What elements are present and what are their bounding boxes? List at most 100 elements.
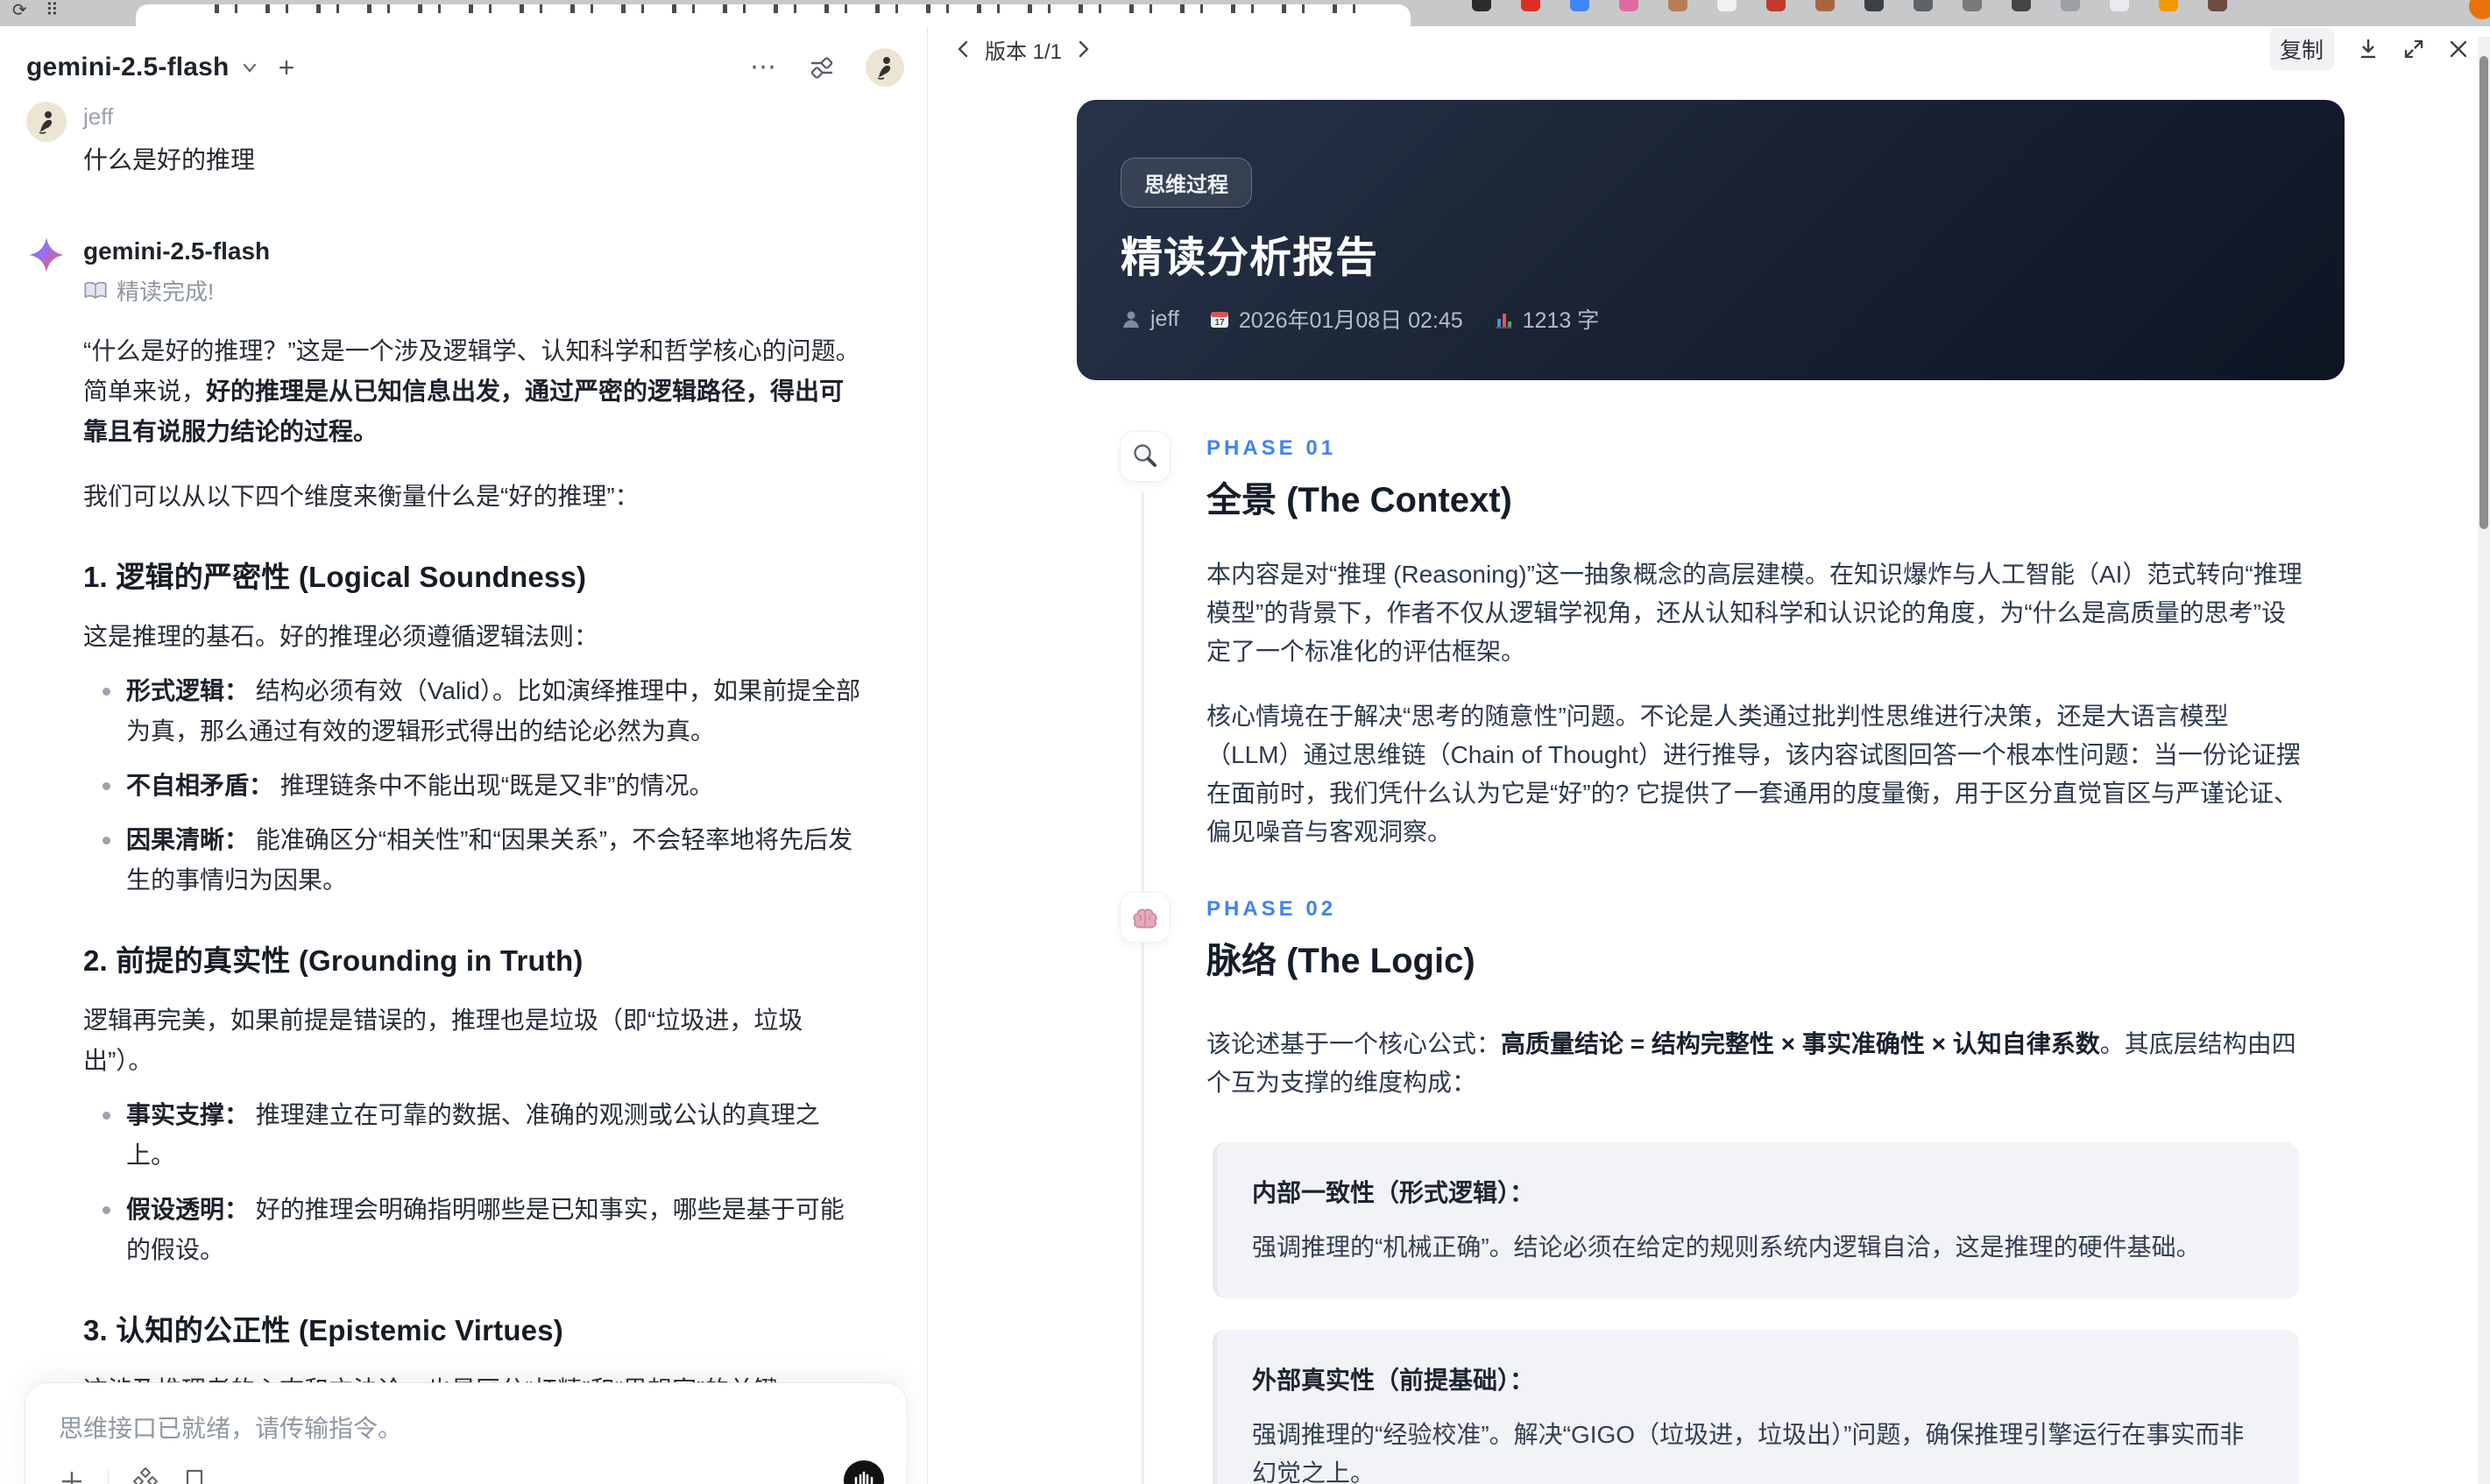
phase-1-label: PHASE 01 bbox=[1206, 436, 1337, 460]
bookmark-icon[interactable] bbox=[182, 1468, 207, 1484]
assistant-name: gemini-2.5-flash bbox=[83, 237, 271, 265]
extension-icon[interactable] bbox=[1668, 0, 1687, 11]
extension-icon[interactable] bbox=[2012, 0, 2031, 11]
phase-2-label: PHASE 02 bbox=[1206, 897, 1337, 921]
chevron-down-icon[interactable] bbox=[240, 58, 259, 77]
magnifier-icon bbox=[1120, 431, 1171, 482]
phase-timeline-rail bbox=[1142, 492, 1144, 1484]
book-icon bbox=[83, 280, 108, 301]
extension-icon[interactable] bbox=[1521, 0, 1540, 11]
browser-reload-icon[interactable]: ⟳ bbox=[12, 2, 27, 19]
browser-profile-icon[interactable] bbox=[2469, 0, 2490, 19]
intro-paragraph: “什么是好的推理？”这是一个涉及逻辑学、认知科学和哲学核心的问题。简单来说，好的… bbox=[83, 337, 860, 445]
voice-input-button[interactable] bbox=[844, 1460, 884, 1484]
bullet-item: 形式逻辑： 结构必须有效（Valid）。比如演绎推理中，如果前提全部为真，那么通… bbox=[83, 671, 865, 752]
close-icon[interactable] bbox=[2448, 39, 2469, 60]
user-message-text: 什么是好的推理 bbox=[83, 146, 256, 173]
panel-scrollbar-track[interactable] bbox=[2478, 37, 2490, 1484]
tab-grid-icon[interactable]: ⠿ bbox=[46, 2, 59, 19]
browser-topbar: ⟳ ⠿ bbox=[0, 0, 2490, 26]
assistant-markdown: “什么是好的推理？”这是一个涉及逻辑学、认知科学和哲学核心的问题。简单来说，好的… bbox=[83, 331, 865, 1484]
chat-header: gemini-2.5-flash + ⋯ bbox=[0, 26, 927, 93]
calendar-icon: 17 bbox=[1210, 312, 1228, 328]
report-wordcount: 1213 字 bbox=[1493, 303, 1599, 335]
chat-pane: gemini-2.5-flash + ⋯ jeff 什么是好的推理 gemini… bbox=[0, 26, 928, 1484]
more-options-icon[interactable]: ⋯ bbox=[750, 54, 778, 81]
toolbar-divider bbox=[108, 1468, 109, 1484]
version-next-icon[interactable] bbox=[1076, 39, 1092, 60]
phase-1-title: 全景 (The Context) bbox=[1206, 481, 1512, 519]
phase-2-title: 脉络 (The Logic) bbox=[1206, 942, 1475, 980]
copy-button[interactable]: 复制 bbox=[2268, 28, 2334, 70]
dimension-card-2: 外部真实性（前提基础）： 强调推理的“经验校准”。解决“GIGO（垃圾进，垃圾出… bbox=[1213, 1330, 2299, 1484]
extension-icon[interactable] bbox=[1815, 0, 1835, 11]
bullet-item: 事实支撑： 推理建立在可靠的数据、准确的观测或公认的真理之上。 bbox=[83, 1095, 865, 1176]
section-2-bullets: 事实支撑： 推理建立在可靠的数据、准确的观测或公认的真理之上。 假设透明： 好的… bbox=[83, 1095, 865, 1270]
section-2-title: 2. 前提的真实性 (Grounding in Truth) bbox=[83, 944, 584, 977]
panel-scrollbar-thumb[interactable] bbox=[2479, 56, 2488, 529]
version-prev-icon[interactable] bbox=[955, 39, 971, 60]
attach-plus-icon[interactable] bbox=[59, 1468, 85, 1484]
settings-sliders-icon[interactable] bbox=[808, 54, 836, 81]
extension-icons-row[interactable] bbox=[1472, 0, 2257, 18]
svg-text:17: 17 bbox=[1214, 318, 1225, 328]
extension-icon[interactable] bbox=[1717, 0, 1737, 11]
report-badge: 思维过程 bbox=[1121, 158, 1252, 208]
report-author: jeff bbox=[1121, 307, 1179, 332]
user-avatar[interactable] bbox=[866, 48, 904, 87]
input-toolbar bbox=[59, 1467, 207, 1484]
report-hero-card: 思维过程 精读分析报告 jeff 17 2026年01月08日 02:45 12… bbox=[1077, 100, 2345, 380]
brain-icon bbox=[1120, 892, 1171, 943]
section-2-lead: 逻辑再完美，如果前提是错误的，推理也是垃圾（即“垃圾进，垃圾出”）。 bbox=[83, 1007, 803, 1074]
extension-icon[interactable] bbox=[1619, 0, 1638, 11]
extension-icon[interactable] bbox=[2208, 0, 2227, 11]
extension-icon[interactable] bbox=[1570, 0, 1589, 11]
gemini-star-icon bbox=[26, 234, 67, 1484]
bullet-item: 假设透明： 好的推理会明确指明哪些是已知事实，哪些是基于可能的假设。 bbox=[83, 1190, 865, 1270]
chat-scroll-area[interactable]: jeff 什么是好的推理 gemini-2.5-flash 精读完成! “什么是… bbox=[0, 93, 927, 1484]
extension-icon[interactable] bbox=[1472, 0, 1491, 11]
bar-chart-icon bbox=[1495, 314, 1511, 329]
dimension-card-1: 内部一致性（形式逻辑）： 强调推理的“机械正确”。结论必须在给定的规则系统内逻辑… bbox=[1213, 1142, 2299, 1298]
extension-icon[interactable] bbox=[2110, 0, 2129, 11]
browser-active-tab[interactable] bbox=[136, 4, 1411, 26]
report-meta: jeff 17 2026年01月08日 02:45 1213 字 bbox=[1121, 303, 1599, 335]
artifact-content[interactable]: 思维过程 精读分析报告 jeff 17 2026年01月08日 02:45 12… bbox=[929, 65, 2490, 1484]
section-1-lead: 这是推理的基石。好的推理必须遵循逻辑法则： bbox=[83, 623, 599, 650]
phase-1-paragraph-2: 核心情境在于解决“思考的随意性”问题。不论是人类通过批判性思维进行决策，还是大语… bbox=[1206, 703, 2301, 845]
assistant-status-text: 精读完成! bbox=[117, 279, 215, 305]
artifact-panel: 版本 1/1 复制 思维过程 精读分析报告 jeff 17 2026年01月08… bbox=[929, 26, 2490, 1484]
chat-input-placeholder[interactable]: 思维接口已就绪，请传输指令。 bbox=[25, 1383, 907, 1445]
chat-input-box[interactable]: 思维接口已就绪，请传输指令。 bbox=[25, 1382, 908, 1484]
extension-icon[interactable] bbox=[1766, 0, 1786, 11]
new-chat-button[interactable]: + bbox=[279, 53, 295, 81]
report-title: 精读分析报告 bbox=[1121, 235, 1379, 281]
skills-diamonds-icon[interactable] bbox=[131, 1467, 159, 1484]
assistant-status: 精读完成! bbox=[83, 274, 878, 307]
user-name: jeff bbox=[83, 103, 114, 130]
phase-1-section: PHASE 01 全景 (The Context) 本内容是对“推理 (Reas… bbox=[1120, 431, 2307, 852]
section-1-bullets: 形式逻辑： 结构必须有效（Valid）。比如演绎推理中，如果前提全部为真，那么通… bbox=[83, 671, 865, 901]
person-icon bbox=[1123, 311, 1139, 328]
tab-title-fragment bbox=[215, 4, 1358, 13]
extension-icon[interactable] bbox=[2159, 0, 2178, 11]
extension-icon[interactable] bbox=[2061, 0, 2080, 11]
phase-1-paragraph-1: 本内容是对“推理 (Reasoning)”这一抽象概念的高层建模。在知识爆炸与人… bbox=[1206, 561, 2303, 665]
expand-icon[interactable] bbox=[2402, 38, 2425, 60]
extension-icon[interactable] bbox=[1963, 0, 1982, 11]
phase-2-section: PHASE 02 脉络 (The Logic) 该论述基于一个核心公式：高质量结… bbox=[1120, 892, 2307, 1102]
artifact-panel-header: 版本 1/1 复制 bbox=[929, 26, 2490, 70]
section-1-title: 1. 逻辑的严密性 (Logical Soundness) bbox=[83, 561, 587, 593]
version-label: 版本 1/1 bbox=[985, 39, 1063, 64]
model-selector[interactable]: gemini-2.5-flash bbox=[26, 53, 230, 82]
user-message: jeff 什么是好的推理 bbox=[26, 102, 878, 176]
extension-icon[interactable] bbox=[1913, 0, 1933, 11]
bullet-item: 因果清晰： 能准确区分“相关性”和“因果关系”，不会轻率地将先后发生的事情归为因… bbox=[83, 820, 865, 901]
extension-icon[interactable] bbox=[1864, 0, 1884, 11]
phase-2-paragraph: 该论述基于一个核心公式：高质量结论 = 结构完整性 × 事实准确性 × 认知自律… bbox=[1206, 1030, 2296, 1096]
download-icon[interactable] bbox=[2357, 37, 2380, 61]
report-date: 17 2026年01月08日 02:45 bbox=[1209, 303, 1463, 335]
app-window: ⟳ ⠿ gemini-2.5-flash + ⋯ jeff 什么是好的推理 ge… bbox=[0, 0, 2490, 1484]
dimension-cards: 内部一致性（形式逻辑）： 强调推理的“机械正确”。结论必须在给定的规则系统内逻辑… bbox=[1213, 1142, 2299, 1484]
dims-line: 我们可以从以下四个维度来衡量什么是“好的推理”： bbox=[83, 483, 640, 510]
